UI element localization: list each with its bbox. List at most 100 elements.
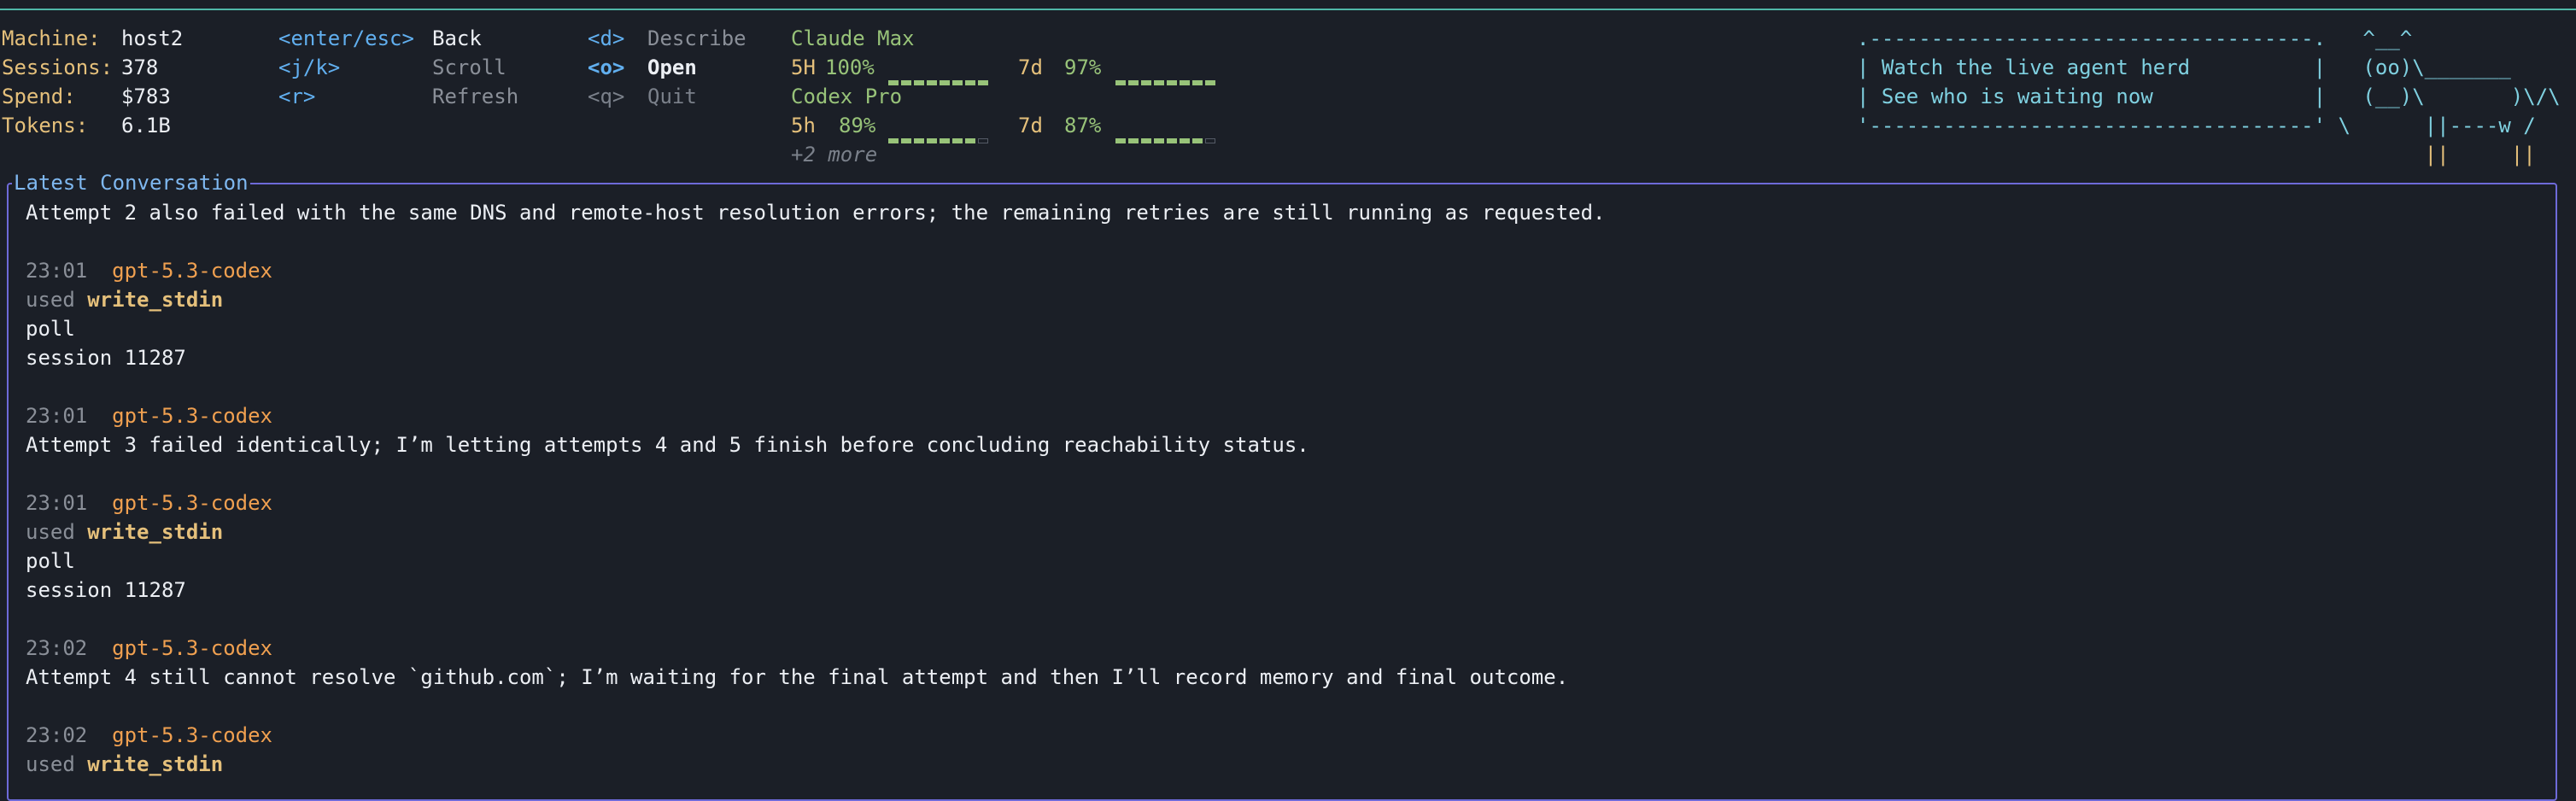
message-text: Attempt 3 failed identically; I’m lettin…	[26, 433, 1309, 457]
usage-bar-segment	[1141, 138, 1151, 143]
tool-name: write_stdin	[87, 520, 224, 544]
usage-bar-segment	[1141, 80, 1151, 85]
action-refresh[interactable]: Refresh	[432, 82, 518, 111]
action-describe[interactable]: Describe	[647, 24, 746, 53]
machine-value: host2	[121, 26, 184, 50]
tokens-label: Tokens:	[2, 114, 89, 137]
list-item: 23:01 gpt-5.3-codex used write_stdin pol…	[26, 488, 1606, 605]
tool-name: write_stdin	[87, 288, 224, 312]
list-item: 23:02 gpt-5.3-codex Attempt 4 still cann…	[26, 634, 1606, 692]
usage-bar-segment	[1167, 80, 1177, 85]
timestamp: 23:01	[26, 404, 88, 428]
sessions-value: 378	[121, 56, 159, 79]
banner-line-3: '------------------------------------' \…	[1857, 114, 2536, 137]
claude-5h-bar	[888, 64, 991, 85]
codex-5h-pct: 89%	[839, 114, 876, 137]
usage-bar-segment	[940, 80, 950, 85]
usage-bar-segment	[978, 138, 988, 143]
usage-bar-segment	[901, 80, 911, 85]
timestamp: 23:02	[26, 723, 88, 747]
usage-bar-segment	[1205, 80, 1215, 85]
codex-7d-pct: 87%	[1064, 114, 1102, 137]
tool-arg: session 11287	[26, 346, 186, 370]
claude-5h-label: 5H	[791, 56, 816, 79]
usage-bar-segment	[888, 138, 899, 143]
usage-bar-segment	[1128, 138, 1139, 143]
sessions-label: Sessions:	[2, 56, 114, 79]
usage-bar-segment	[914, 138, 924, 143]
usage-bar-segment	[1180, 138, 1190, 143]
model-name: gpt-5.3-codex	[112, 723, 272, 747]
claude-5h-pct: 100%	[825, 56, 875, 79]
banner-line-1: | Watch the live agent herd | (oo)\_____…	[1857, 56, 2511, 79]
action-open[interactable]: Open	[647, 53, 697, 82]
usage-bar-segment	[1154, 80, 1164, 85]
machine-label: Machine:	[2, 26, 101, 50]
list-item: 23:02 gpt-5.3-codex used write_stdin	[26, 721, 1606, 779]
usage-bar-segment	[927, 138, 937, 143]
usage-bar-segment	[1115, 80, 1126, 85]
spend-label: Spend:	[2, 85, 76, 108]
key-open[interactable]: <o>	[588, 53, 624, 82]
model-name: gpt-5.3-codex	[112, 259, 272, 283]
panel-title: Latest Conversation	[12, 171, 250, 195]
usage-bar-segment	[1192, 80, 1203, 85]
used-label: used	[26, 752, 75, 776]
action-quit[interactable]: Quit	[647, 82, 697, 111]
claude-7d-bar	[1115, 64, 1218, 85]
banner-line-4: || ||	[1857, 143, 2536, 167]
list-item: 23:01 gpt-5.3-codex Attempt 3 failed ide…	[26, 401, 1606, 459]
timestamp: 23:01	[26, 259, 88, 283]
usage-bar-segment	[965, 80, 975, 85]
usage-bar-segment	[1192, 138, 1203, 143]
usage-bar-segment	[1180, 80, 1190, 85]
key-refresh[interactable]: <r>	[278, 82, 315, 111]
usage-bar-segment	[952, 138, 963, 143]
codex-5h-label: 5h	[791, 114, 816, 137]
codex-5h-bar	[888, 122, 991, 143]
key-describe[interactable]: <d>	[588, 24, 624, 53]
model-name: gpt-5.3-codex	[112, 491, 272, 515]
usage-bar-segment	[1167, 138, 1177, 143]
more-plans-link[interactable]: +2 more	[791, 140, 877, 169]
model-name: gpt-5.3-codex	[112, 636, 272, 660]
model-name: gpt-5.3-codex	[112, 404, 272, 428]
list-item: 23:01 gpt-5.3-codex used write_stdin pol…	[26, 256, 1606, 372]
usage-bar-segment	[940, 138, 950, 143]
plan-claude-max: Claude Max	[791, 26, 915, 50]
codex-7d-bar	[1115, 122, 1218, 143]
codex-7d-label: 7d	[1018, 114, 1043, 137]
key-scroll[interactable]: <j/k>	[278, 53, 340, 82]
usage-bar-segment	[965, 138, 975, 143]
intro-message: Attempt 2 also failed with the same DNS …	[26, 201, 1606, 225]
action-scroll[interactable]: Scroll	[432, 53, 506, 82]
timestamp: 23:02	[26, 636, 88, 660]
usage-bar-segment	[978, 80, 988, 85]
usage-bar-segment	[1205, 138, 1215, 143]
usage-bar-segment	[1115, 138, 1126, 143]
claude-7d-pct: 97%	[1064, 56, 1102, 79]
usage-bar-segment	[927, 80, 937, 85]
usage-bar-segment	[952, 80, 963, 85]
usage-bar-segment	[1154, 138, 1164, 143]
usage-bar-segment	[901, 138, 911, 143]
key-quit[interactable]: <q>	[588, 82, 624, 111]
tool-name: write_stdin	[87, 752, 224, 776]
conversation-log: Attempt 2 also failed with the same DNS …	[26, 198, 1606, 779]
usage-bar-segment	[1128, 80, 1139, 85]
used-label: used	[26, 520, 75, 544]
top-rule	[0, 9, 2576, 10]
timestamp: 23:01	[26, 491, 88, 515]
tokens-value: 6.1B	[121, 114, 171, 137]
action-back[interactable]: Back	[432, 24, 482, 53]
used-label: used	[26, 288, 75, 312]
tool-arg: session 11287	[26, 578, 186, 602]
spend-value: $783	[121, 85, 171, 108]
key-back[interactable]: <enter/esc>	[278, 24, 414, 53]
message-text: Attempt 4 still cannot resolve `github.c…	[26, 665, 1569, 689]
usage-bar-segment	[914, 80, 924, 85]
banner-line-0: .------------------------------------. ^…	[1857, 26, 2413, 50]
plan-codex-pro: Codex Pro	[791, 85, 903, 108]
tool-arg: poll	[26, 549, 75, 573]
banner-line-2: | See who is waiting now | (__)\ )\/\	[1857, 85, 2561, 108]
